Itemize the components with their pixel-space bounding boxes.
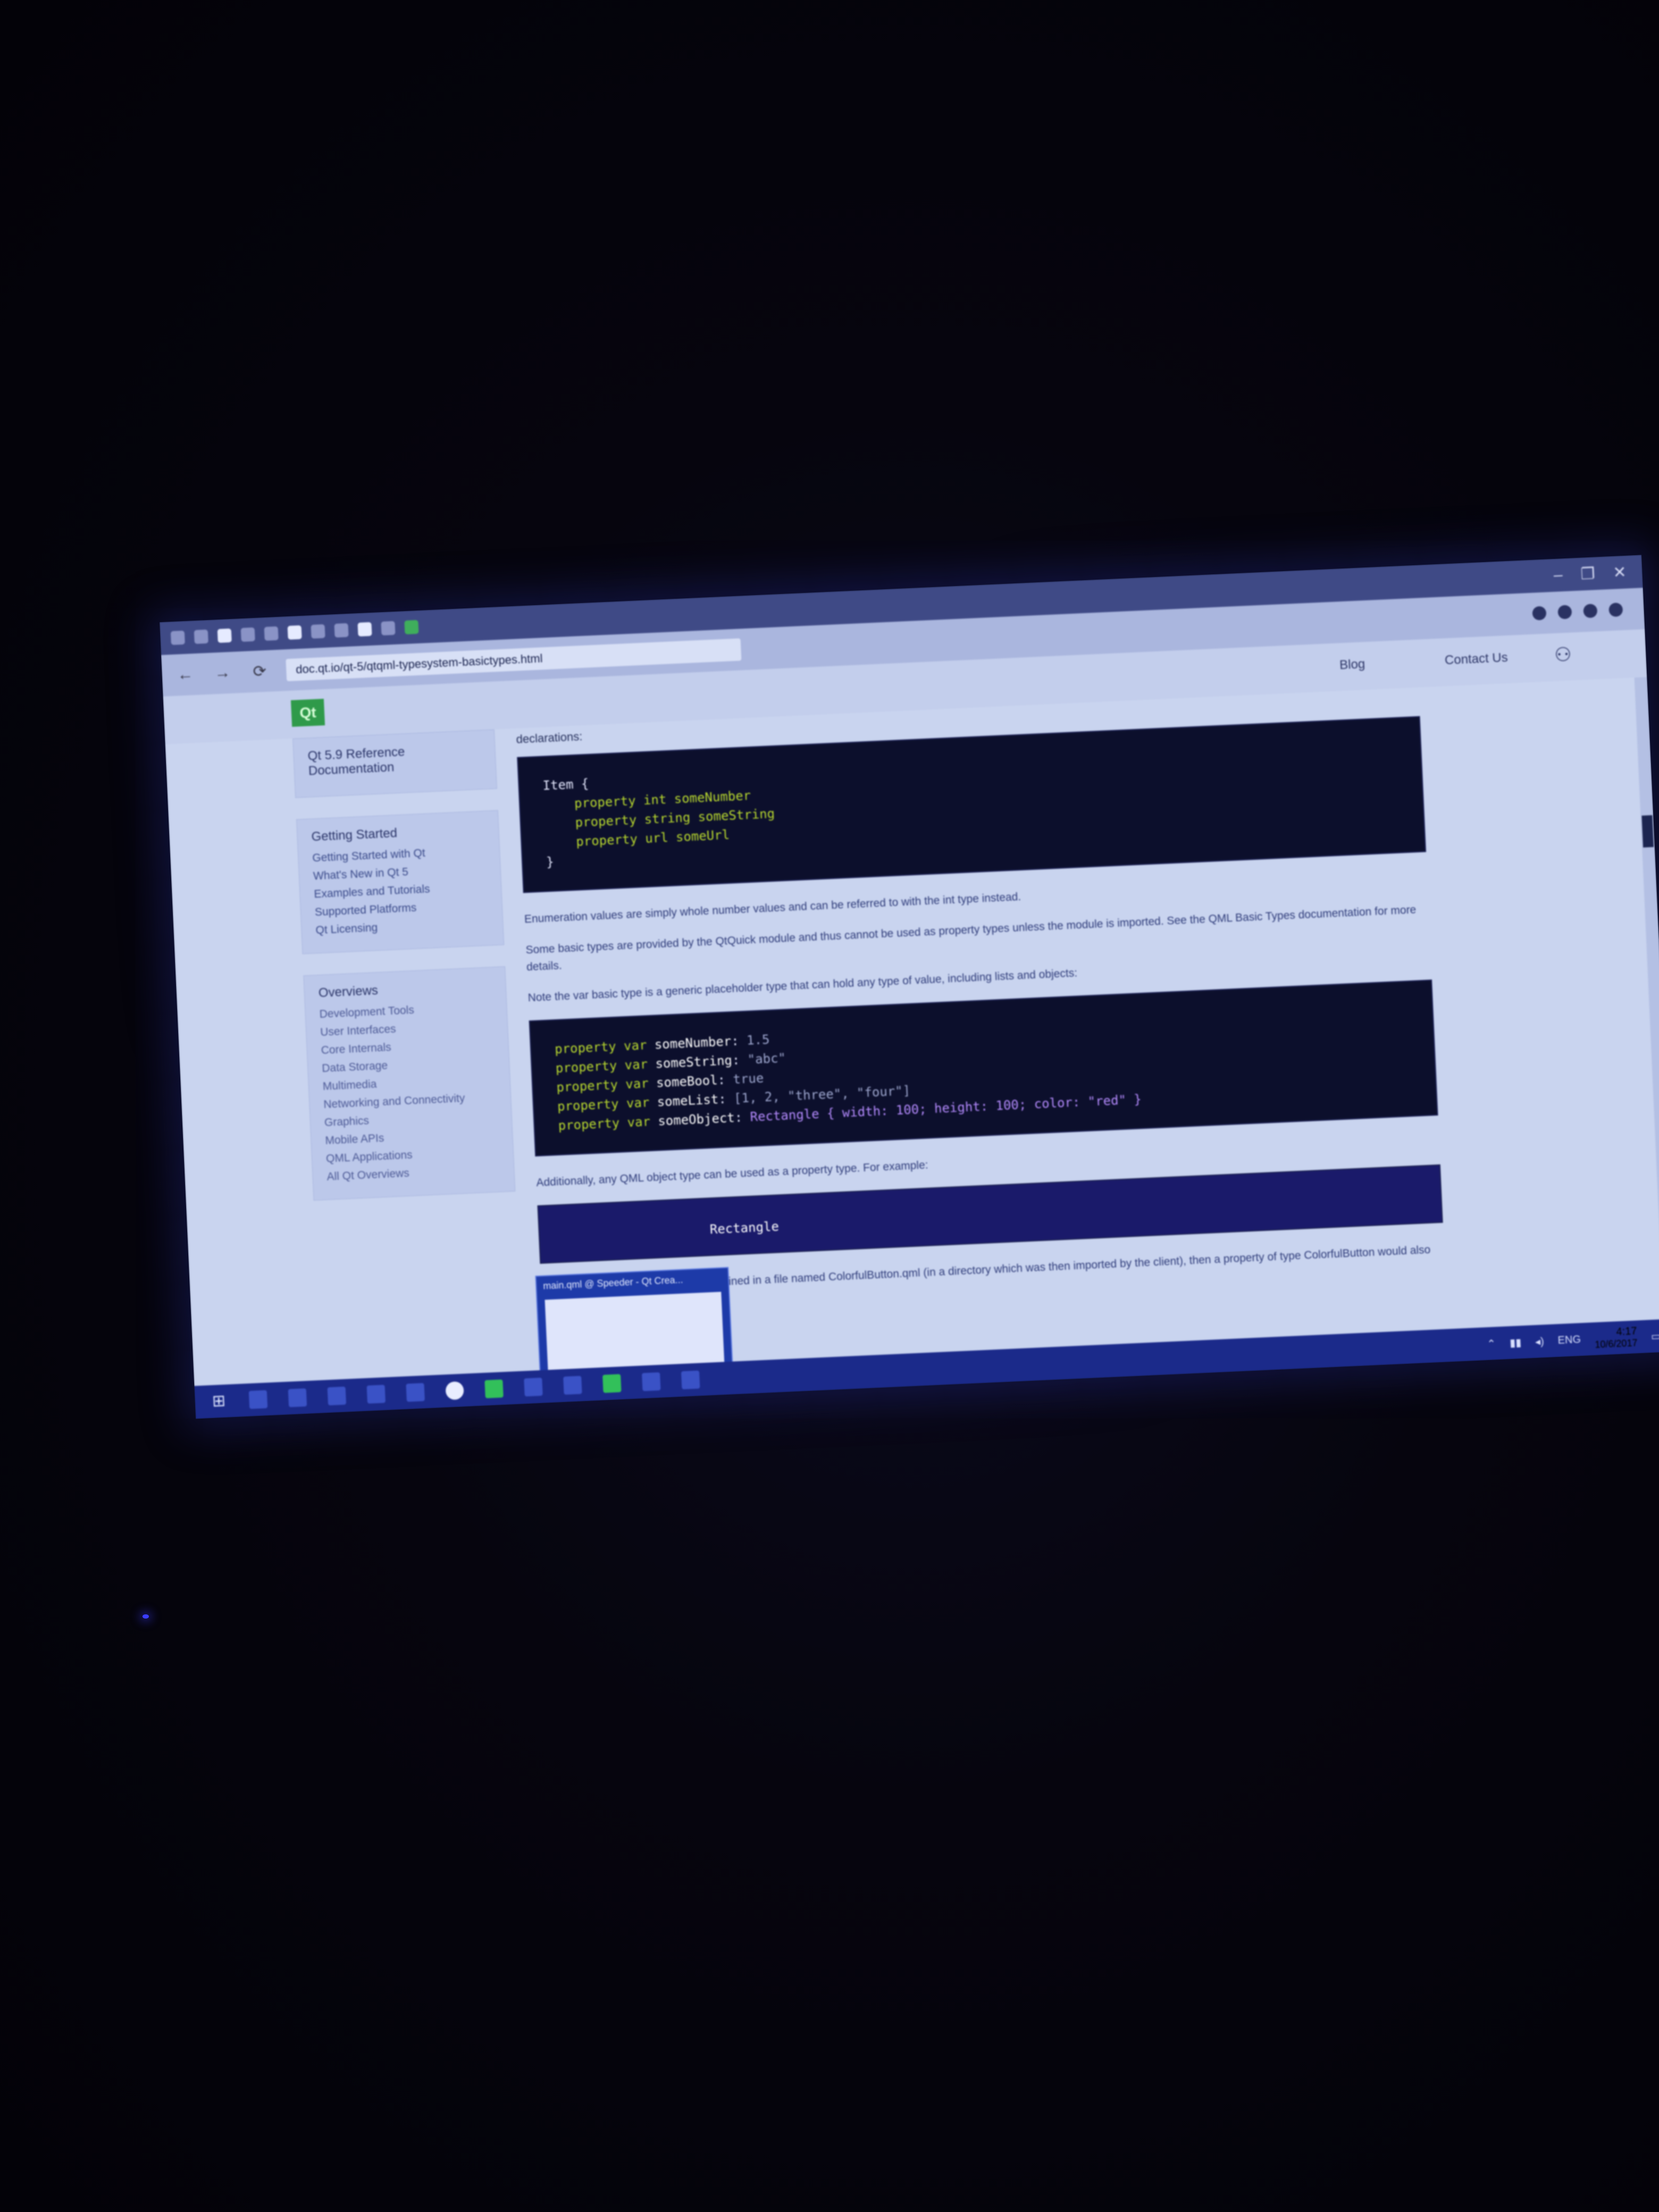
file-explorer-icon[interactable]: [327, 1386, 347, 1406]
forward-button[interactable]: →: [212, 664, 234, 683]
screen: – ❐ ✕ ← → ⟳ doc.qt.io/qt-5/qtqml-typesys…: [160, 555, 1659, 1419]
code-value: true: [732, 1070, 764, 1087]
header-link-blog[interactable]: Blog: [1339, 657, 1365, 673]
code-value: [1, 2, "three", "four"]: [733, 1083, 911, 1106]
sidebar-item[interactable]: Networking and Connectivity: [323, 1091, 497, 1111]
monitor: – ❐ ✕ ← → ⟳ doc.qt.io/qt-5/qtqml-typesys…: [160, 555, 1659, 1419]
tab-favicon-active[interactable]: [404, 619, 419, 635]
clock-date: 10/6/2017: [1594, 1337, 1638, 1350]
extension-icons: [1532, 601, 1644, 621]
extension-icon[interactable]: [1583, 604, 1598, 618]
qt-logo[interactable]: Qt: [290, 699, 325, 727]
tab-favicon[interactable]: [240, 627, 255, 642]
header-link-contact[interactable]: Contact Us: [1444, 650, 1508, 668]
notifications-icon[interactable]: ▭: [1650, 1329, 1659, 1343]
sidebar-item[interactable]: All Qt Overviews: [326, 1163, 500, 1184]
tab-favicon[interactable]: [264, 626, 279, 641]
chrome-icon[interactable]: [445, 1381, 464, 1401]
main-content: declarations: Item { property int someNu…: [516, 688, 1448, 1371]
window-controls: – ❐ ✕: [1553, 562, 1643, 585]
sidebar-item[interactable]: Examples and Tutorials: [314, 881, 488, 901]
extension-icon[interactable]: [1557, 605, 1572, 619]
code-keyword: property var: [555, 1056, 656, 1076]
power-led: [143, 1614, 149, 1619]
code-keyword: property var: [557, 1094, 658, 1114]
language-indicator[interactable]: ENG: [1557, 1334, 1581, 1347]
sidebar-item[interactable]: QML Applications: [326, 1145, 500, 1166]
system-tray: ⌃ ▮▮ ◂) ENG 4:17 10/6/2017 ▭: [1486, 1323, 1659, 1355]
sidebar-item[interactable]: What's New in Qt 5: [313, 862, 487, 883]
sidebar-item[interactable]: User Interfaces: [320, 1018, 494, 1039]
tab-favicon[interactable]: [311, 624, 325, 639]
tab-favicon[interactable]: [194, 629, 208, 644]
clock[interactable]: 4:17 10/6/2017: [1594, 1325, 1638, 1351]
sidebar-item[interactable]: Core Internals: [321, 1036, 495, 1057]
edge-icon[interactable]: [366, 1385, 386, 1404]
back-button[interactable]: ←: [174, 665, 197, 684]
code-identifier: someString: [655, 1053, 733, 1071]
code-line: Item {: [542, 776, 589, 793]
code-block-properties: Item { property int someNumber property …: [517, 716, 1427, 893]
sidebar-overviews-card: Overviews Development Tools User Interfa…: [303, 966, 516, 1201]
tray-chevron-icon[interactable]: ⌃: [1487, 1337, 1496, 1351]
close-button[interactable]: ✕: [1613, 563, 1627, 582]
app-icon[interactable]: [524, 1377, 543, 1397]
sidebar-item[interactable]: Data Storage: [322, 1054, 496, 1075]
tab-favicon[interactable]: [381, 621, 396, 636]
qt-creator-icon[interactable]: [484, 1379, 504, 1398]
sidebar-reference-card: Qt 5.9 Reference Documentation: [292, 729, 497, 798]
user-icon[interactable]: ⚇: [1554, 643, 1572, 666]
sidebar-section-title: Getting Started: [311, 826, 398, 844]
sidebar-section-title: Overviews: [318, 983, 379, 1001]
sidebar-reference-title[interactable]: Qt 5.9 Reference Documentation: [307, 741, 482, 779]
tab-favicon[interactable]: [170, 630, 185, 646]
code-identifier: Rectangle: [709, 1219, 780, 1237]
sidebar-item[interactable]: Getting Started with Qt: [312, 844, 486, 865]
extension-icon[interactable]: [1532, 606, 1547, 621]
search-icon[interactable]: [248, 1390, 268, 1409]
minimize-button[interactable]: –: [1553, 566, 1563, 585]
app-icon[interactable]: [642, 1372, 661, 1392]
task-view-icon[interactable]: [288, 1388, 307, 1407]
app-icon[interactable]: [681, 1370, 700, 1389]
sidebar: Qt 5.9 Reference Documentation Getting S…: [292, 729, 523, 1381]
maximize-button[interactable]: ❐: [1580, 564, 1595, 583]
code-line: property url someUrl: [544, 827, 730, 851]
sidebar-getting-started-card: Getting Started Getting Started with Qt …: [296, 810, 505, 954]
tab-favicon[interactable]: [287, 625, 302, 640]
network-icon[interactable]: ▮▮: [1509, 1336, 1522, 1350]
header-links: Blog Contact Us: [1339, 650, 1509, 673]
code-line: }: [546, 854, 555, 870]
scrollbar-thumb[interactable]: [1641, 815, 1654, 848]
code-keyword: property var: [554, 1037, 655, 1057]
app-icon[interactable]: [602, 1374, 622, 1393]
code-value: "abc": [747, 1050, 786, 1067]
menu-icon[interactable]: [1608, 602, 1623, 617]
code-identifier: someBool: [656, 1073, 718, 1091]
code-block-var: property var someNumber: 1.5 property va…: [529, 979, 1438, 1157]
code-identifier: someObject: [657, 1110, 735, 1129]
sidebar-item[interactable]: Qt Licensing: [315, 917, 489, 937]
sidebar-item[interactable]: Graphics: [324, 1109, 498, 1129]
volume-icon[interactable]: ◂): [1535, 1335, 1545, 1348]
code-keyword: property var: [556, 1075, 657, 1095]
code-value: 1.5: [746, 1032, 770, 1048]
tab-favicon[interactable]: [357, 622, 372, 637]
code-identifier: someNumber: [654, 1034, 732, 1052]
app-icon[interactable]: [406, 1382, 425, 1402]
app-icon[interactable]: [563, 1376, 582, 1395]
tab-favicon[interactable]: [334, 623, 349, 638]
code-keyword: property var: [558, 1113, 659, 1133]
tab-favicon[interactable]: [217, 628, 232, 643]
code-identifier: someList: [657, 1092, 719, 1110]
sidebar-item[interactable]: Development Tools: [319, 1000, 493, 1021]
start-button[interactable]: ⊞: [210, 1392, 229, 1411]
sidebar-item[interactable]: Multimedia: [322, 1073, 496, 1093]
sidebar-item[interactable]: Supported Platforms: [315, 899, 489, 919]
sidebar-item[interactable]: Mobile APIs: [325, 1127, 499, 1147]
reload-button[interactable]: ⟳: [249, 661, 271, 681]
